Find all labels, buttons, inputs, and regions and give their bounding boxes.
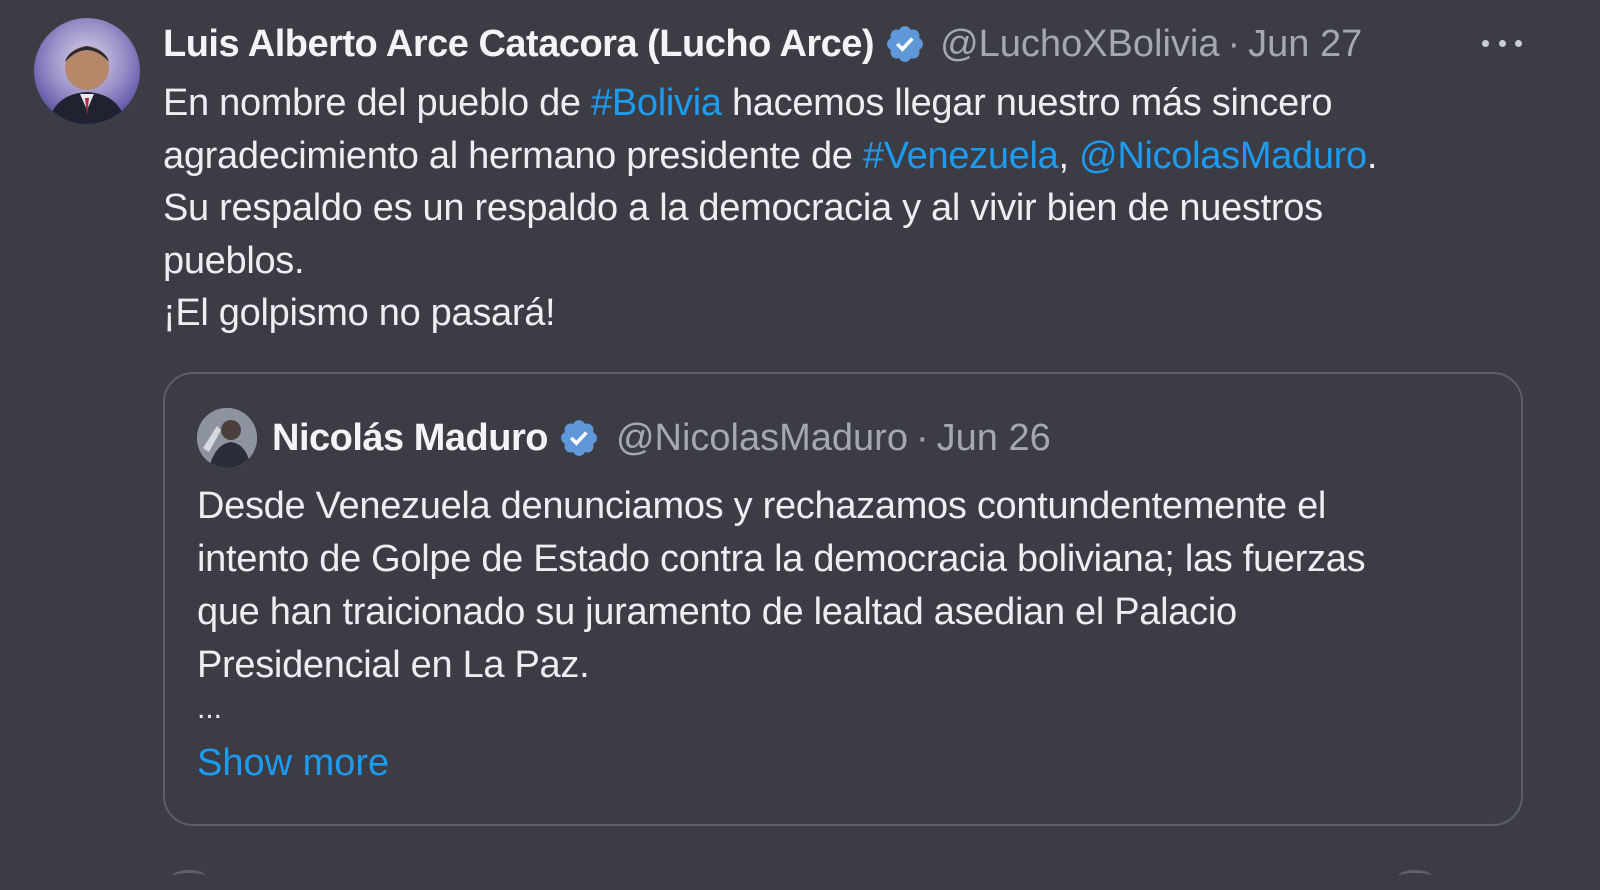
- quoted-author-display-name[interactable]: Nicolás Maduro: [272, 417, 548, 460]
- body-text-segment: .: [1366, 134, 1378, 177]
- tweet-body-line: En nombre del pueblo de #Bolivia hacemos…: [163, 77, 1543, 130]
- body-text-segment: En nombre del pueblo de: [163, 82, 592, 124]
- quoted-body-line: intento de Golpe de Estado contra la dem…: [197, 538, 1366, 580]
- tweet-header: Luis Alberto Arce Catacora (Lucho Arce) …: [163, 18, 1362, 70]
- show-more-link[interactable]: Show more: [197, 742, 389, 785]
- tweet-body-line: agradecimiento al hermano presidente de …: [163, 130, 1543, 183]
- tweet-body: En nombre del pueblo de #Bolivia hacemos…: [163, 77, 1543, 340]
- verified-badge-icon: [884, 23, 926, 65]
- quoted-tweet-body: Desde Venezuela denunciamos y rechazamos…: [197, 480, 1497, 692]
- tweet-body-line: Su respaldo es un respaldo a la democrac…: [163, 187, 1323, 229]
- more-options-icon[interactable]: [1482, 28, 1522, 58]
- quoted-tweet-header: Nicolás Maduro @NicolasMaduro · Jun 26: [272, 412, 1051, 464]
- tweet-date[interactable]: Jun 27: [1248, 23, 1362, 66]
- quoted-author-handle[interactable]: @NicolasMaduro: [616, 417, 908, 460]
- quoted-avatar-image: [197, 408, 257, 468]
- author-avatar[interactable]: [34, 18, 140, 124]
- verified-badge-icon: [558, 417, 600, 459]
- reply-icon[interactable]: [172, 870, 206, 883]
- quoted-body-line: Presidencial en La Paz.: [197, 644, 590, 686]
- action-bar-partial: [160, 866, 1520, 890]
- tweet[interactable]: Luis Alberto Arce Catacora (Lucho Arce) …: [0, 0, 1600, 890]
- tweet-body-line: pueblos.: [163, 239, 305, 282]
- header-separator: ·: [1227, 22, 1241, 65]
- share-icon[interactable]: [1398, 870, 1432, 883]
- quoted-author-avatar[interactable]: [197, 408, 257, 468]
- quoted-tweet-date[interactable]: Jun 26: [937, 417, 1051, 460]
- mention-nicolasmaduro-link[interactable]: @NicolasMaduro: [1079, 135, 1367, 177]
- quoted-tweet-card[interactable]: Nicolás Maduro @NicolasMaduro · Jun 26 D…: [163, 372, 1523, 826]
- author-display-name[interactable]: Luis Alberto Arce Catacora (Lucho Arce): [163, 23, 875, 66]
- body-text-segment: agradecimiento al hermano presidente de: [163, 134, 863, 177]
- quoted-body-line: Desde Venezuela denunciamos y rechazamos…: [197, 485, 1327, 527]
- quoted-ellipsis: ...: [197, 692, 223, 725]
- hashtag-venezuela-link[interactable]: #Venezuela: [863, 135, 1059, 177]
- quoted-body-line: que han traicionado su juramento de leal…: [197, 591, 1237, 633]
- author-handle[interactable]: @LuchoXBolivia: [940, 23, 1219, 66]
- hashtag-bolivia-link[interactable]: #Bolivia: [591, 82, 722, 124]
- body-text-segment: hacemos llegar nuestro más sincero: [721, 82, 1333, 124]
- author-avatar-image: [48, 46, 126, 124]
- tweet-body-line: ¡El golpismo no pasará!: [163, 292, 556, 334]
- body-text-segment: ,: [1058, 134, 1080, 177]
- quoted-header-separator: ·: [915, 416, 929, 459]
